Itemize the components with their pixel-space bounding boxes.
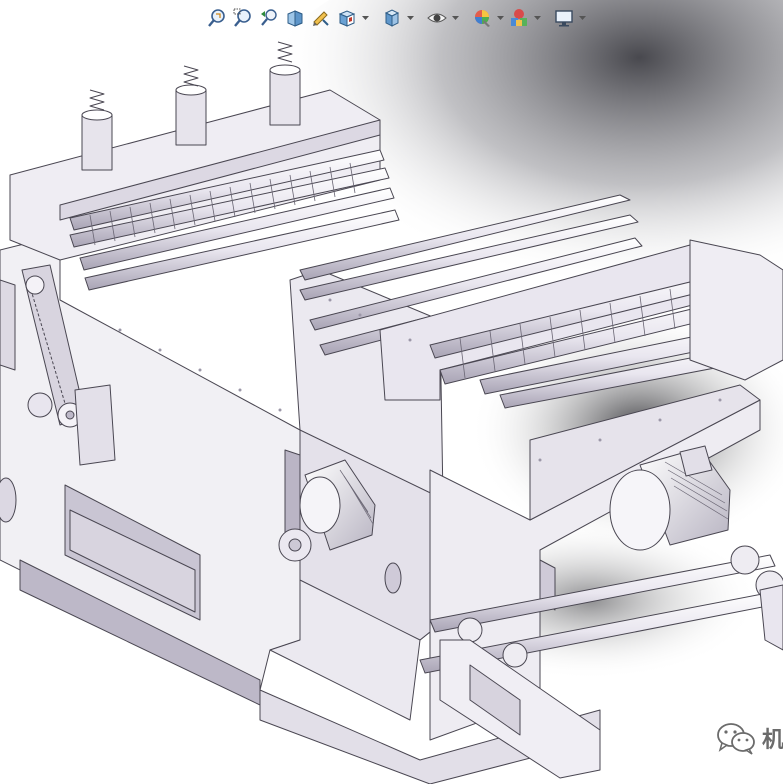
hide-show-items-button[interactable]: [425, 6, 449, 30]
zoom-to-area-button[interactable]: [231, 6, 255, 30]
zoom-to-area-icon: [233, 8, 251, 27]
right-end-plate: [689, 239, 783, 381]
section-view-button[interactable]: [283, 6, 307, 30]
dynamic-annotation-button[interactable]: [309, 6, 333, 30]
edit-appearance-icon: [475, 10, 490, 27]
previous-view-button[interactable]: [257, 6, 281, 30]
apply-scene-dropdown[interactable]: [533, 6, 542, 30]
watermark: 机: [716, 718, 783, 758]
view-settings-button[interactable]: [552, 6, 576, 30]
section-view-icon: [287, 10, 303, 27]
chevron-down-icon: [579, 15, 586, 20]
wechat-icon: [717, 723, 755, 755]
view-orientation-dropdown[interactable]: [361, 6, 370, 30]
view-settings-icon: [555, 10, 573, 27]
display-style-dropdown[interactable]: [406, 6, 415, 30]
hide-show-items-dropdown[interactable]: [451, 6, 460, 30]
chevron-down-icon: [497, 15, 504, 20]
zoom-to-fit-icon: [208, 9, 225, 27]
dynamic-annotation-icon: [313, 11, 329, 26]
chevron-down-icon: [407, 15, 414, 20]
3d-model-viewport[interactable]: [0, 0, 783, 784]
previous-view-icon: [261, 9, 277, 26]
edit-appearance-dropdown[interactable]: [496, 6, 505, 30]
view-settings-dropdown[interactable]: [578, 6, 587, 30]
display-style-button[interactable]: [380, 6, 404, 30]
chevron-down-icon: [534, 15, 541, 20]
chevron-down-icon: [452, 15, 459, 20]
display-style-icon: [384, 9, 400, 27]
zoom-to-fit-button[interactable]: [205, 6, 229, 30]
apply-scene-icon: [511, 9, 527, 26]
edit-appearance-button[interactable]: [470, 6, 494, 30]
chevron-down-icon: [362, 15, 369, 20]
watermark-text: 机: [762, 727, 783, 752]
apply-scene-button[interactable]: [507, 6, 531, 30]
view-orientation-button[interactable]: [335, 6, 359, 30]
view-orientation-icon: [338, 10, 356, 27]
heads-up-view-toolbar: [205, 4, 587, 32]
hide-show-items-icon: [427, 13, 447, 23]
